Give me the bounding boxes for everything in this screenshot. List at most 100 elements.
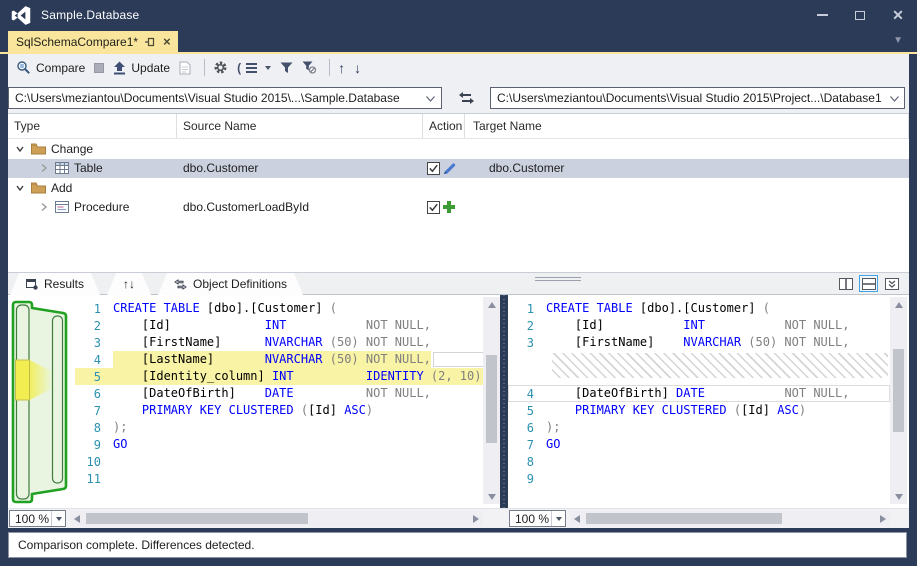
scrollbar-thumb[interactable] xyxy=(486,355,497,443)
source-zoom-dropdown[interactable]: 100 % xyxy=(9,510,66,527)
toolbar-separator xyxy=(204,59,205,76)
split-layout-buttons xyxy=(836,275,901,292)
scroll-right-icon[interactable] xyxy=(880,515,886,523)
target-vertical-scrollbar[interactable] xyxy=(890,297,907,504)
update-label: Update xyxy=(131,61,170,75)
target-zoom-dropdown[interactable]: 100 % xyxy=(509,510,566,527)
generate-script-button[interactable] xyxy=(179,61,191,75)
code-text: ); xyxy=(546,419,560,436)
action-checkbox[interactable] xyxy=(427,162,440,175)
line-number: 9 xyxy=(508,472,534,486)
sort-arrows-glyph: ↑↓ xyxy=(123,277,135,291)
compare-button[interactable]: Compare xyxy=(16,60,85,75)
horizontal-split-button[interactable] xyxy=(859,275,878,292)
line-number: 8 xyxy=(75,421,101,435)
tab-object-definitions[interactable]: Object Definitions xyxy=(158,273,303,295)
table-row[interactable]: Add xyxy=(8,178,909,198)
table-row[interactable]: Tabledbo.Customerdbo.Customer xyxy=(8,159,909,179)
diff-overview-map[interactable] xyxy=(8,295,75,508)
target-database-dropdown[interactable]: C:\Users\meziantou\Documents\Visual Stud… xyxy=(490,87,905,109)
editor-splitter[interactable] xyxy=(500,295,508,528)
splitter-grip[interactable] xyxy=(535,277,581,283)
scroll-left-icon[interactable] xyxy=(74,515,80,523)
update-button[interactable]: Update xyxy=(113,61,170,75)
compare-label: Compare xyxy=(36,61,85,75)
stop-button[interactable] xyxy=(94,63,104,73)
code-line: 3 [FirstName] NVARCHAR (50) NOT NULL, xyxy=(75,334,483,351)
maximize-button[interactable] xyxy=(841,0,879,30)
window-controls: ✕ xyxy=(803,0,917,30)
tab-sort[interactable]: ↑↓ xyxy=(107,273,151,295)
target-zoom-value: 100 % xyxy=(515,512,549,526)
expander-collapsed-icon[interactable] xyxy=(38,201,50,213)
chevron-down-icon xyxy=(51,511,65,526)
column-header-target-name[interactable]: Target Name xyxy=(465,114,909,138)
source-name-cell xyxy=(177,178,423,198)
pin-icon[interactable] xyxy=(145,37,156,47)
status-bar: Comparison complete. Differences detecte… xyxy=(8,532,907,558)
code-text: [Id] INT NOT NULL, xyxy=(546,317,849,334)
swap-source-target-icon[interactable] xyxy=(459,92,474,104)
titlebar[interactable]: Sample.Database ✕ xyxy=(0,0,917,30)
expander-expanded-icon[interactable] xyxy=(14,182,26,194)
scrollbar-thumb[interactable] xyxy=(586,513,782,524)
source-vertical-scrollbar[interactable] xyxy=(483,297,500,504)
command-area: Compare Update xyxy=(8,54,909,114)
target-database-value: C:\Users\meziantou\Documents\Visual Stud… xyxy=(497,91,882,105)
action-checkbox[interactable] xyxy=(427,201,440,214)
previous-difference-button[interactable]: ↑ xyxy=(338,60,345,76)
code-line: 6 [DateOfBirth] DATE NOT NULL, xyxy=(75,385,483,402)
document-tab-label: SqlSchemaCompare1* xyxy=(16,35,138,49)
code-line: 10 xyxy=(75,453,483,470)
column-header-source-name[interactable]: Source Name xyxy=(177,114,423,138)
code-text: PRIMARY KEY CLUSTERED ([Id] ASC) xyxy=(113,402,373,419)
table-row[interactable]: Change xyxy=(8,139,909,159)
document-tab[interactable]: SqlSchemaCompare1* × xyxy=(8,31,178,52)
next-difference-button[interactable]: ↓ xyxy=(354,60,361,76)
column-header-type[interactable]: Type xyxy=(8,114,177,138)
code-text: [Identity_column] INT IDENTITY (2, 10) xyxy=(113,368,481,385)
minimize-button[interactable] xyxy=(803,0,841,30)
scroll-left-icon[interactable] xyxy=(574,515,580,523)
options-button[interactable] xyxy=(213,60,228,75)
clear-filter-button[interactable] xyxy=(302,61,316,74)
code-text: [FirstName] NVARCHAR (50) NOT NULL, xyxy=(546,334,849,351)
toolbar: Compare Update xyxy=(8,54,370,81)
tab-list-dropdown-icon[interactable]: ▼ xyxy=(893,35,903,46)
scroll-down-icon[interactable] xyxy=(488,494,496,500)
expander-expanded-icon[interactable] xyxy=(14,143,26,155)
source-code-editor[interactable]: 1CREATE TABLE [dbo].[Customer] (2 [Id] I… xyxy=(75,295,483,508)
scroll-down-icon[interactable] xyxy=(895,494,903,500)
filter-icon xyxy=(280,62,293,74)
scrollbar-thumb[interactable] xyxy=(893,349,904,432)
code-line: 6); xyxy=(508,419,890,436)
line-number: 10 xyxy=(75,455,101,469)
group-list-icon xyxy=(246,63,257,73)
code-text: [LastName] NVARCHAR (50) NOT NULL, xyxy=(113,351,431,368)
tab-results[interactable]: Results xyxy=(10,273,100,295)
scroll-up-icon[interactable] xyxy=(488,302,496,308)
close-tab-icon[interactable]: × xyxy=(163,37,171,47)
collapse-pane-button[interactable] xyxy=(882,275,901,292)
filter-button[interactable] xyxy=(280,62,293,74)
code-line: 1CREATE TABLE [dbo].[Customer] ( xyxy=(508,300,890,317)
line-number: 6 xyxy=(75,387,101,401)
scroll-up-icon[interactable] xyxy=(895,302,903,308)
code-line: 1CREATE TABLE [dbo].[Customer] ( xyxy=(75,300,483,317)
expander-collapsed-icon[interactable] xyxy=(38,162,50,174)
target-horizontal-scrollbar[interactable] xyxy=(570,511,890,526)
source-horizontal-scrollbar[interactable] xyxy=(70,511,483,526)
scroll-right-icon[interactable] xyxy=(473,515,479,523)
scrollbar-thumb[interactable] xyxy=(86,513,308,524)
code-text: ); xyxy=(113,419,127,436)
target-code-editor[interactable]: 1CREATE TABLE [dbo].[Customer] (2 [Id] I… xyxy=(508,295,890,508)
group-results-button[interactable]: ( xyxy=(237,61,271,75)
chevron-down-icon xyxy=(418,91,435,105)
vertical-split-button[interactable] xyxy=(836,275,855,292)
close-button[interactable]: ✕ xyxy=(879,0,917,30)
column-header-action[interactable]: Action xyxy=(423,114,465,138)
code-text: [Id] INT NOT NULL, xyxy=(113,317,431,334)
source-database-dropdown[interactable]: C:\Users\meziantou\Documents\Visual Stud… xyxy=(8,87,442,109)
down-arrow-icon: ↓ xyxy=(354,60,361,76)
table-row[interactable]: Proceduredbo.CustomerLoadById xyxy=(8,198,909,218)
